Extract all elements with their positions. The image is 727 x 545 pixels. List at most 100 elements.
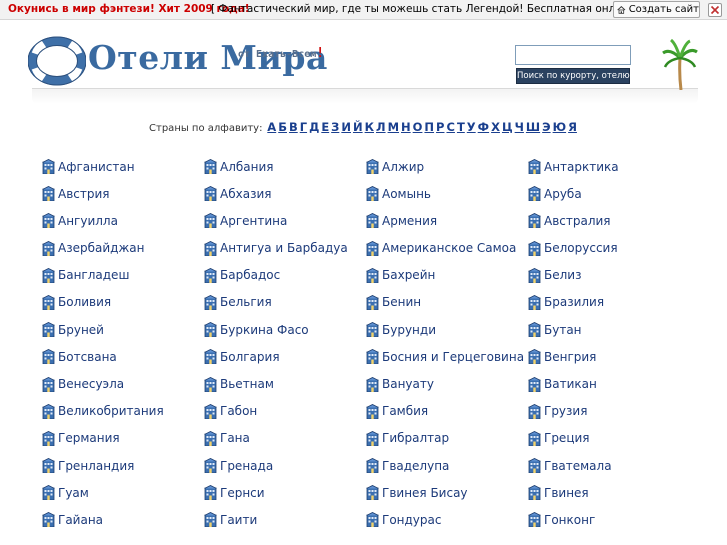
alphabet-letter[interactable]: Ш	[526, 120, 540, 134]
country-link[interactable]: Гуам	[42, 479, 204, 506]
hotel-building-icon	[42, 485, 55, 501]
country-link[interactable]: Гвинея	[528, 479, 690, 506]
country-link[interactable]: Бруней	[42, 316, 204, 343]
alphabet-letter[interactable]: А	[267, 120, 276, 134]
alphabet-letter[interactable]: Е	[321, 120, 329, 134]
country-link[interactable]: Гонконг	[528, 506, 690, 533]
country-link[interactable]: Грузия	[528, 398, 690, 425]
alphabet-letter[interactable]: Ф	[478, 120, 489, 134]
country-link[interactable]: Армения	[366, 207, 528, 234]
alphabet-letter[interactable]: М	[388, 120, 399, 134]
alphabet-letter[interactable]: Ч	[515, 120, 524, 134]
country-link[interactable]: Гваделупа	[366, 452, 528, 479]
country-name: Гвинея	[544, 485, 589, 500]
country-link[interactable]: Гибралтар	[366, 425, 528, 452]
alphabet-letter[interactable]: Э	[542, 120, 550, 134]
alphabet-letter[interactable]: Я	[568, 120, 577, 134]
country-link[interactable]: Гана	[204, 425, 366, 452]
country-link[interactable]: Гондурас	[366, 506, 528, 533]
alphabet-letter[interactable]: И	[341, 120, 351, 134]
create-site-button[interactable]: Создать сайт	[613, 1, 700, 18]
country-link[interactable]: Белоруссия	[528, 235, 690, 262]
lifebuoy-icon[interactable]	[28, 32, 86, 90]
country-link[interactable]: Гватемала	[528, 452, 690, 479]
country-link[interactable]: Антарктика	[528, 153, 690, 180]
country-link[interactable]: Белиз	[528, 262, 690, 289]
alphabet-letter[interactable]: О	[413, 120, 423, 134]
alphabet-letter[interactable]: Д	[309, 120, 319, 134]
country-link[interactable]: Болгария	[204, 343, 366, 370]
alphabet-nav: Страны по алфавиту: АБВГДЕЗИЙКЛМНОПРСТУФ…	[0, 120, 727, 134]
country-link[interactable]: Антигуа и Барбадуа	[204, 235, 366, 262]
country-link[interactable]: Азербайджан	[42, 235, 204, 262]
country-link[interactable]: Бангладеш	[42, 262, 204, 289]
country-link[interactable]: Алжир	[366, 153, 528, 180]
country-link[interactable]: Гамбия	[366, 398, 528, 425]
country-link[interactable]: Греция	[528, 425, 690, 452]
country-link[interactable]: Гренландия	[42, 452, 204, 479]
country-link[interactable]: Абхазия	[204, 180, 366, 207]
country-link[interactable]: Ангуилла	[42, 207, 204, 234]
search-button[interactable]: Поиск по курорту, отелю!	[516, 68, 633, 84]
country-link[interactable]: Бахрейн	[366, 262, 528, 289]
alphabet-letter[interactable]: С	[446, 120, 454, 134]
alphabet-letter[interactable]: У	[467, 120, 476, 134]
country-link[interactable]: Боливия	[42, 289, 204, 316]
promo-text[interactable]: [ Фантастический мир, где ты можешь стат…	[211, 3, 676, 15]
hotel-building-icon	[42, 267, 55, 283]
alphabet-letter[interactable]: Х	[491, 120, 500, 134]
country-link[interactable]: Бурунди	[366, 316, 528, 343]
country-link[interactable]: Гаити	[204, 506, 366, 533]
country-link[interactable]: Аргентина	[204, 207, 366, 234]
country-link[interactable]: Гренада	[204, 452, 366, 479]
country-link[interactable]: Аруба	[528, 180, 690, 207]
alphabet-letter[interactable]: Й	[353, 120, 363, 134]
country-link[interactable]: Великобритания	[42, 398, 204, 425]
country-link[interactable]: Бенин	[366, 289, 528, 316]
country-link[interactable]: Венгрия	[528, 343, 690, 370]
alphabet-letter[interactable]: Н	[401, 120, 411, 134]
country-link[interactable]: Австрия	[42, 180, 204, 207]
country-link[interactable]: Гайана	[42, 506, 204, 533]
alphabet-letter[interactable]: Р	[436, 120, 444, 134]
hotel-building-icon	[528, 267, 541, 283]
alphabet-letter[interactable]: Г	[300, 120, 307, 134]
country-link[interactable]: Американское Самоа	[366, 235, 528, 262]
alphabet-letter[interactable]: Ц	[502, 120, 513, 134]
country-link[interactable]: Ботсвана	[42, 343, 204, 370]
country-link[interactable]: Вьетнам	[204, 371, 366, 398]
close-button[interactable]	[708, 3, 722, 17]
country-name: Гренада	[220, 458, 274, 473]
country-link[interactable]: Венесуэла	[42, 371, 204, 398]
country-name: Гренландия	[58, 458, 135, 473]
country-link[interactable]: Ватикан	[528, 371, 690, 398]
country-link[interactable]: Албания	[204, 153, 366, 180]
country-link[interactable]: Бельгия	[204, 289, 366, 316]
country-link[interactable]: Афганистан	[42, 153, 204, 180]
country-link[interactable]: Барбадос	[204, 262, 366, 289]
country-name: Афганистан	[58, 159, 135, 174]
country-link[interactable]: Аомынь	[366, 180, 528, 207]
alphabet-letter[interactable]: В	[289, 120, 298, 134]
alphabet-letter[interactable]: Б	[278, 120, 287, 134]
country-link[interactable]: Австралия	[528, 207, 690, 234]
alphabet-letter[interactable]: Ю	[553, 120, 567, 134]
country-name: Буркина Фасо	[220, 322, 309, 337]
country-name: Гибралтар	[382, 431, 450, 446]
alphabet-letter[interactable]: З	[331, 120, 339, 134]
country-link[interactable]: Габон	[204, 398, 366, 425]
search-input[interactable]	[515, 45, 631, 65]
hotel-building-icon	[42, 186, 55, 202]
alphabet-letter[interactable]: Т	[457, 120, 465, 134]
country-link[interactable]: Босния и Герцеговина	[366, 343, 528, 370]
country-link[interactable]: Германия	[42, 425, 204, 452]
country-link[interactable]: Бутан	[528, 316, 690, 343]
country-link[interactable]: Гернси	[204, 479, 366, 506]
alphabet-letter[interactable]: П	[424, 120, 434, 134]
country-link[interactable]: Буркина Фасо	[204, 316, 366, 343]
country-link[interactable]: Вануату	[366, 371, 528, 398]
country-link[interactable]: Бразилия	[528, 289, 690, 316]
country-link[interactable]: Гвинея Бисау	[366, 479, 528, 506]
alphabet-letter[interactable]: К	[365, 120, 374, 134]
alphabet-letter[interactable]: Л	[376, 120, 386, 134]
